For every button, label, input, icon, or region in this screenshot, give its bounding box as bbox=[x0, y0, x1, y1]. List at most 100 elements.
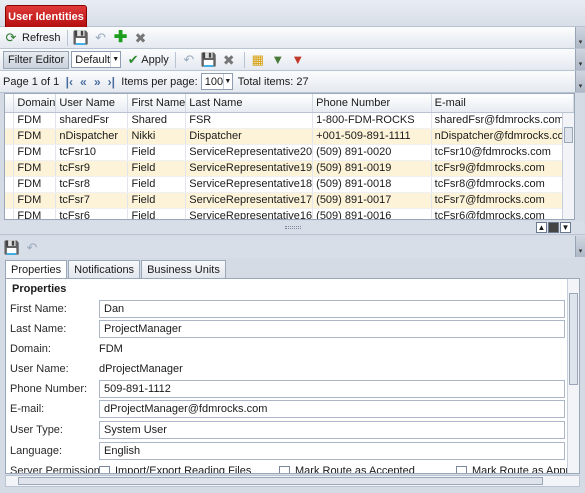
cell-phone: (509) 891-0020 bbox=[312, 144, 432, 161]
filter-save-button[interactable]: 💾 bbox=[200, 51, 218, 69]
checkbox[interactable] bbox=[99, 465, 110, 473]
detail-save-button[interactable]: 💾 bbox=[3, 238, 21, 256]
cell-domain: FDM bbox=[13, 144, 57, 161]
column-header-email[interactable]: E-mail bbox=[431, 94, 574, 113]
last-page-button[interactable]: ›| bbox=[104, 74, 118, 90]
checkbox[interactable] bbox=[456, 465, 467, 473]
cell-user-name: sharedFsr bbox=[55, 112, 129, 129]
column-header-phone-number[interactable]: Phone Number bbox=[312, 94, 432, 113]
undo-button[interactable]: ↶ bbox=[92, 29, 110, 47]
row-indicator bbox=[5, 112, 15, 129]
row-indicator bbox=[5, 176, 15, 193]
detail-toolbar-overflow-grip[interactable]: ▾ bbox=[575, 236, 585, 257]
permission-mark-approved[interactable]: Mark Route as Approv bbox=[456, 465, 579, 473]
form-scroll-thumb[interactable] bbox=[569, 293, 578, 385]
expand-up-icon[interactable]: ▲ bbox=[536, 222, 547, 233]
previous-page-button[interactable]: « bbox=[76, 74, 90, 90]
funnel-icon: ▼ bbox=[271, 52, 285, 67]
last-name-field[interactable]: ProjectManager bbox=[99, 320, 565, 338]
view-select[interactable]: Default ▼ bbox=[71, 51, 122, 68]
delete-button[interactable]: ✖ bbox=[132, 29, 150, 47]
cell-last-name: Dispatcher bbox=[185, 128, 314, 145]
table-row[interactable]: FDM tcFsr10 Field ServiceRepresentative2… bbox=[5, 144, 574, 161]
form-row-phone: Phone Number: 509-891-1112 bbox=[6, 379, 566, 399]
splitter-handle[interactable] bbox=[285, 226, 301, 229]
items-per-page-label: Items per page: bbox=[121, 75, 198, 88]
cell-email: sharedFsr@fdmrocks.com bbox=[431, 112, 574, 129]
form-horizontal-scrollbar[interactable] bbox=[5, 475, 580, 487]
horizontal-scroll-thumb[interactable] bbox=[18, 477, 543, 485]
permission-mark-accepted[interactable]: Mark Route as Accepted bbox=[279, 465, 415, 474]
language-select[interactable]: English bbox=[99, 442, 565, 460]
column-header-user-name[interactable]: User Name bbox=[55, 94, 129, 113]
add-filter-button[interactable]: ▦ bbox=[249, 51, 267, 69]
undo-icon: ↶ bbox=[26, 239, 38, 255]
email-label: E-mail: bbox=[10, 403, 45, 415]
user-type-select[interactable]: System User bbox=[99, 421, 565, 439]
chevron-down-icon: ▼ bbox=[223, 74, 232, 89]
split-view-icon[interactable] bbox=[548, 222, 559, 233]
grid-vertical-scrollbar[interactable] bbox=[562, 113, 574, 219]
total-items: Total items: 27 bbox=[237, 75, 309, 88]
tab-user-identities[interactable]: User Identities bbox=[5, 5, 87, 27]
add-filter-icon: ▦ bbox=[251, 52, 264, 67]
row-indicator-header bbox=[5, 94, 15, 113]
undo-icon: ↶ bbox=[95, 30, 106, 45]
table-row[interactable]: FDM tcFsr7 Field ServiceRepresentative17… bbox=[5, 192, 574, 209]
table-row[interactable]: FDM nDispatcher Nikki Dispatcher +001-50… bbox=[5, 128, 574, 145]
filter-toolbar-overflow-grip[interactable]: ▾ bbox=[575, 49, 585, 70]
filter-toolbar: Filter Editor Default ▼ ✔ Apply ↶ 💾 ✖ ▦ … bbox=[0, 49, 585, 71]
users-grid: Domain User Name First Name Last Name Ph… bbox=[4, 93, 575, 220]
column-header-domain[interactable]: Domain bbox=[13, 94, 57, 113]
detail-undo-button[interactable]: ↶ bbox=[23, 238, 41, 256]
row-indicator bbox=[5, 144, 15, 161]
apply-button[interactable]: ✔ Apply bbox=[125, 51, 169, 69]
first-name-field[interactable]: Dan bbox=[99, 300, 565, 318]
grid-scroll-thumb[interactable] bbox=[564, 127, 573, 143]
tab-properties[interactable]: Properties bbox=[5, 260, 68, 279]
permission-label: Mark Route as Accepted bbox=[295, 465, 415, 474]
form-vertical-scrollbar[interactable] bbox=[567, 279, 579, 473]
language-label: Language: bbox=[10, 445, 62, 457]
column-header-last-name[interactable]: Last Name bbox=[185, 94, 314, 113]
cell-last-name: ServiceRepresentative19 bbox=[185, 160, 314, 177]
phone-field[interactable]: 509-891-1112 bbox=[99, 380, 565, 398]
checkbox[interactable] bbox=[279, 465, 290, 473]
detail-toolbar: 💾 ↶ bbox=[0, 236, 585, 258]
table-row[interactable]: FDM tcFsr8 Field ServiceRepresentative18… bbox=[5, 176, 574, 193]
cell-domain: FDM bbox=[13, 160, 57, 177]
cell-user-name: nDispatcher bbox=[55, 128, 129, 145]
cell-first-name: Field bbox=[127, 192, 187, 209]
apply-label: Apply bbox=[141, 53, 169, 66]
main-toolbar: ⟳ Refresh 💾 ↶ ✚ ✖ bbox=[0, 27, 585, 49]
first-page-button[interactable]: |‹ bbox=[62, 74, 76, 90]
filter-button[interactable]: ▼ bbox=[269, 51, 287, 69]
toolbar-overflow-grip[interactable]: ▾ bbox=[575, 27, 585, 48]
table-row[interactable]: FDM sharedFsr Shared FSR 1-800-FDM-ROCKS… bbox=[5, 112, 574, 129]
save-icon: 💾 bbox=[3, 239, 21, 255]
next-page-button[interactable]: » bbox=[90, 74, 104, 90]
items-per-page-select[interactable]: 100 ▼ bbox=[200, 73, 233, 90]
refresh-button[interactable]: ⟳ Refresh bbox=[3, 29, 61, 47]
save-button[interactable]: 💾 bbox=[72, 29, 90, 47]
cell-domain: FDM bbox=[13, 176, 57, 193]
filter-undo-button[interactable]: ↶ bbox=[180, 51, 198, 69]
filter-editor-button[interactable]: Filter Editor bbox=[3, 50, 70, 69]
table-row[interactable]: FDM tcFsr9 Field ServiceRepresentative19… bbox=[5, 160, 574, 177]
clear-filter-button[interactable]: ▼ bbox=[289, 51, 307, 69]
permission-import-export[interactable]: Import/Export Reading Files bbox=[99, 465, 251, 473]
pager-overflow-grip[interactable]: ▾ bbox=[575, 71, 585, 92]
column-header-first-name[interactable]: First Name bbox=[127, 94, 187, 113]
pager-toolbar: Page 1 of 1 |‹ « » ›| Items per page: 10… bbox=[0, 71, 585, 93]
cell-last-name: ServiceRepresentative17 bbox=[185, 192, 314, 209]
email-field[interactable]: dProjectManager@fdmrocks.com bbox=[99, 400, 565, 418]
tab-business-units[interactable]: Business Units bbox=[141, 260, 226, 278]
splitter-bar[interactable]: ▲ ▼ bbox=[0, 221, 585, 235]
expand-down-icon[interactable]: ▼ bbox=[560, 222, 571, 233]
filter-delete-button[interactable]: ✖ bbox=[220, 51, 238, 69]
table-row[interactable]: FDM tcFsr6 Field ServiceRepresentative16… bbox=[5, 208, 574, 219]
cell-email: tcFsr6@fdmrocks.com bbox=[431, 208, 574, 219]
properties-form: Properties First Name: Dan Last Name: Pr… bbox=[5, 278, 580, 474]
add-button[interactable]: ✚ bbox=[112, 29, 130, 47]
tab-notifications[interactable]: Notifications bbox=[68, 260, 141, 278]
